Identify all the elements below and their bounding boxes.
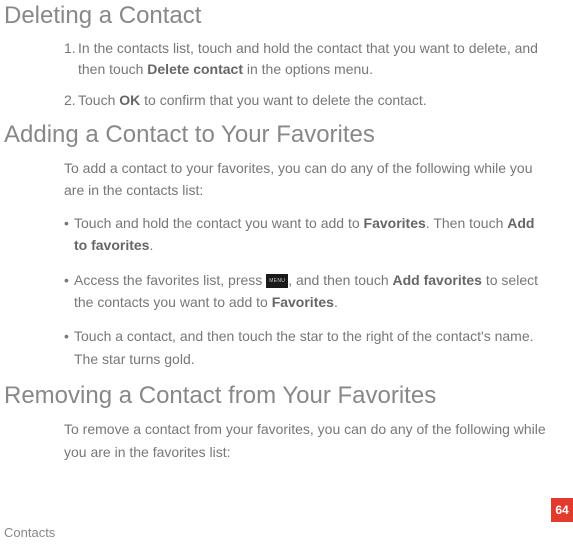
bullet-text: Touch a contact, and then touch the star… <box>74 328 534 366</box>
intro-removing: To remove a contact from your favorites,… <box>64 418 551 463</box>
bullet-text: . <box>149 237 153 253</box>
bullet-item: • Touch and hold the contact you want to… <box>64 212 551 257</box>
heading-removing: Removing a Contact from Your Favorites <box>4 382 561 410</box>
step-bold: OK <box>119 92 140 108</box>
bullet-item: • Access the favorites list, press MENU,… <box>64 269 551 314</box>
bullet-text: , and then touch <box>288 272 392 288</box>
bullet-dot: • <box>64 325 69 347</box>
bullet-bold: Favorites <box>272 294 334 310</box>
step-1: 1. In the contacts list, touch and hold … <box>64 38 551 80</box>
bullet-text: Access the favorites list, press <box>74 272 266 288</box>
step-bold: Delete contact <box>147 61 243 77</box>
menu-icon: MENU <box>266 274 288 288</box>
bullet-dot: • <box>64 269 69 291</box>
bullet-bold: Favorites <box>364 215 426 231</box>
bullet-dot: • <box>64 212 69 234</box>
step-text: to confirm that you want to delete the c… <box>140 92 426 108</box>
step-text: Touch <box>78 92 119 108</box>
step-2: 2. Touch OK to confirm that you want to … <box>64 90 551 111</box>
step-text: in the options menu. <box>243 61 373 77</box>
bullet-text: . Then touch <box>426 215 507 231</box>
step-number: 1. <box>64 38 76 59</box>
heading-deleting: Deleting a Contact <box>4 2 561 30</box>
bullet-text: Touch and hold the contact you want to a… <box>74 215 364 231</box>
bullet-text: . <box>334 294 338 310</box>
page-number-tab: 64 <box>551 498 573 522</box>
bullet-item: • Touch a contact, and then touch the st… <box>64 325 551 370</box>
footer-section-label: Contacts <box>4 525 55 540</box>
intro-adding: To add a contact to your favorites, you … <box>64 157 551 202</box>
heading-adding: Adding a Contact to Your Favorites <box>4 121 561 149</box>
step-number: 2. <box>64 90 76 111</box>
bullet-bold: Add favorites <box>393 272 482 288</box>
